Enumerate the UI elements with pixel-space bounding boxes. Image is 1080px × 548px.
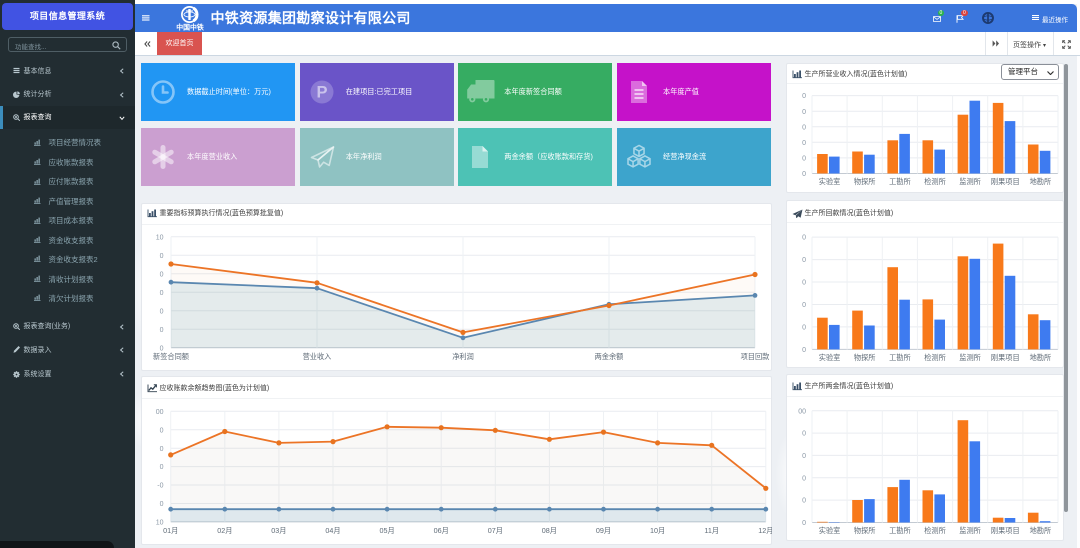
svg-text:0: 0 <box>802 302 806 309</box>
svg-text:06月: 06月 <box>434 526 449 535</box>
svg-text:刚果项目: 刚果项目 <box>991 526 1020 535</box>
svg-text:实验室: 实验室 <box>819 353 841 362</box>
svg-text:-0: -0 <box>157 483 163 490</box>
svg-text:0: 0 <box>802 475 806 482</box>
svg-text:刚果项目: 刚果项目 <box>991 177 1020 186</box>
svg-text:0: 0 <box>802 93 806 100</box>
svg-text:0: 0 <box>802 235 806 242</box>
svg-text:检测所: 检测所 <box>924 353 946 362</box>
svg-text:10月: 10月 <box>650 526 665 535</box>
svg-text:营业收入: 营业收入 <box>303 352 332 361</box>
svg-text:09月: 09月 <box>596 526 611 535</box>
svg-text:物探所: 物探所 <box>854 526 876 535</box>
svg-text:0: 0 <box>802 520 806 527</box>
svg-text:0: 0 <box>802 498 806 505</box>
svg-text:0: 0 <box>802 171 806 178</box>
svg-text:01月: 01月 <box>163 526 178 535</box>
svg-text:项目回款: 项目回款 <box>741 352 770 361</box>
svg-text:工勘所: 工勘所 <box>889 177 911 186</box>
svg-text:0: 0 <box>802 109 806 116</box>
svg-text:0: 0 <box>802 347 806 354</box>
svg-text:03月: 03月 <box>271 526 286 535</box>
svg-text:0: 0 <box>802 453 806 460</box>
svg-text:05月: 05月 <box>380 526 395 535</box>
svg-text:0: 0 <box>160 446 164 453</box>
svg-text:07月: 07月 <box>488 526 503 535</box>
svg-text:新签合同额: 新签合同额 <box>153 352 189 361</box>
svg-text:11月: 11月 <box>704 526 719 535</box>
svg-text:0: 0 <box>160 427 164 434</box>
svg-text:监测所: 监测所 <box>959 353 981 362</box>
svg-text:刚果项目: 刚果项目 <box>991 353 1020 362</box>
svg-text:实验室: 实验室 <box>819 177 841 186</box>
svg-text:物探所: 物探所 <box>854 353 876 362</box>
svg-text:0: 0 <box>160 308 164 315</box>
svg-text:检测所: 检测所 <box>924 526 946 535</box>
svg-text:0: 0 <box>160 271 164 278</box>
svg-text:00: 00 <box>156 409 164 416</box>
svg-text:00: 00 <box>798 408 806 415</box>
svg-text:监测所: 监测所 <box>959 177 981 186</box>
svg-text:两金余额: 两金余额 <box>595 352 624 361</box>
svg-text:检测所: 检测所 <box>924 177 946 186</box>
svg-text:监测所: 监测所 <box>959 526 981 535</box>
svg-text:0: 0 <box>160 253 164 260</box>
svg-text:地勘所: 地勘所 <box>1030 177 1052 186</box>
svg-text:10: 10 <box>156 234 164 241</box>
svg-text:0: 0 <box>802 124 806 131</box>
svg-text:0: 0 <box>160 501 164 508</box>
svg-text:工勘所: 工勘所 <box>889 353 911 362</box>
svg-text:地勘所: 地勘所 <box>1030 353 1052 362</box>
svg-text:0: 0 <box>802 257 806 264</box>
svg-text:净利润: 净利润 <box>452 352 474 361</box>
svg-text:0: 0 <box>160 327 164 334</box>
svg-text:0: 0 <box>160 464 164 471</box>
svg-text:0: 0 <box>802 280 806 287</box>
svg-text:08月: 08月 <box>542 526 557 535</box>
svg-text:0: 0 <box>802 431 806 438</box>
svg-text:04月: 04月 <box>325 526 340 535</box>
svg-text:0: 0 <box>160 290 164 297</box>
svg-text:0: 0 <box>802 156 806 163</box>
svg-text:物探所: 物探所 <box>854 177 876 186</box>
svg-text:0: 0 <box>802 325 806 332</box>
svg-text:实验室: 实验室 <box>819 526 841 535</box>
svg-text:02月: 02月 <box>217 526 232 535</box>
svg-text:P: P <box>316 84 327 102</box>
svg-text:中国中铁: 中国中铁 <box>176 23 204 32</box>
svg-text:12月: 12月 <box>758 526 772 535</box>
svg-text:0: 0 <box>802 140 806 147</box>
svg-text:工勘所: 工勘所 <box>889 526 911 535</box>
svg-text:地勘所: 地勘所 <box>1030 526 1052 535</box>
